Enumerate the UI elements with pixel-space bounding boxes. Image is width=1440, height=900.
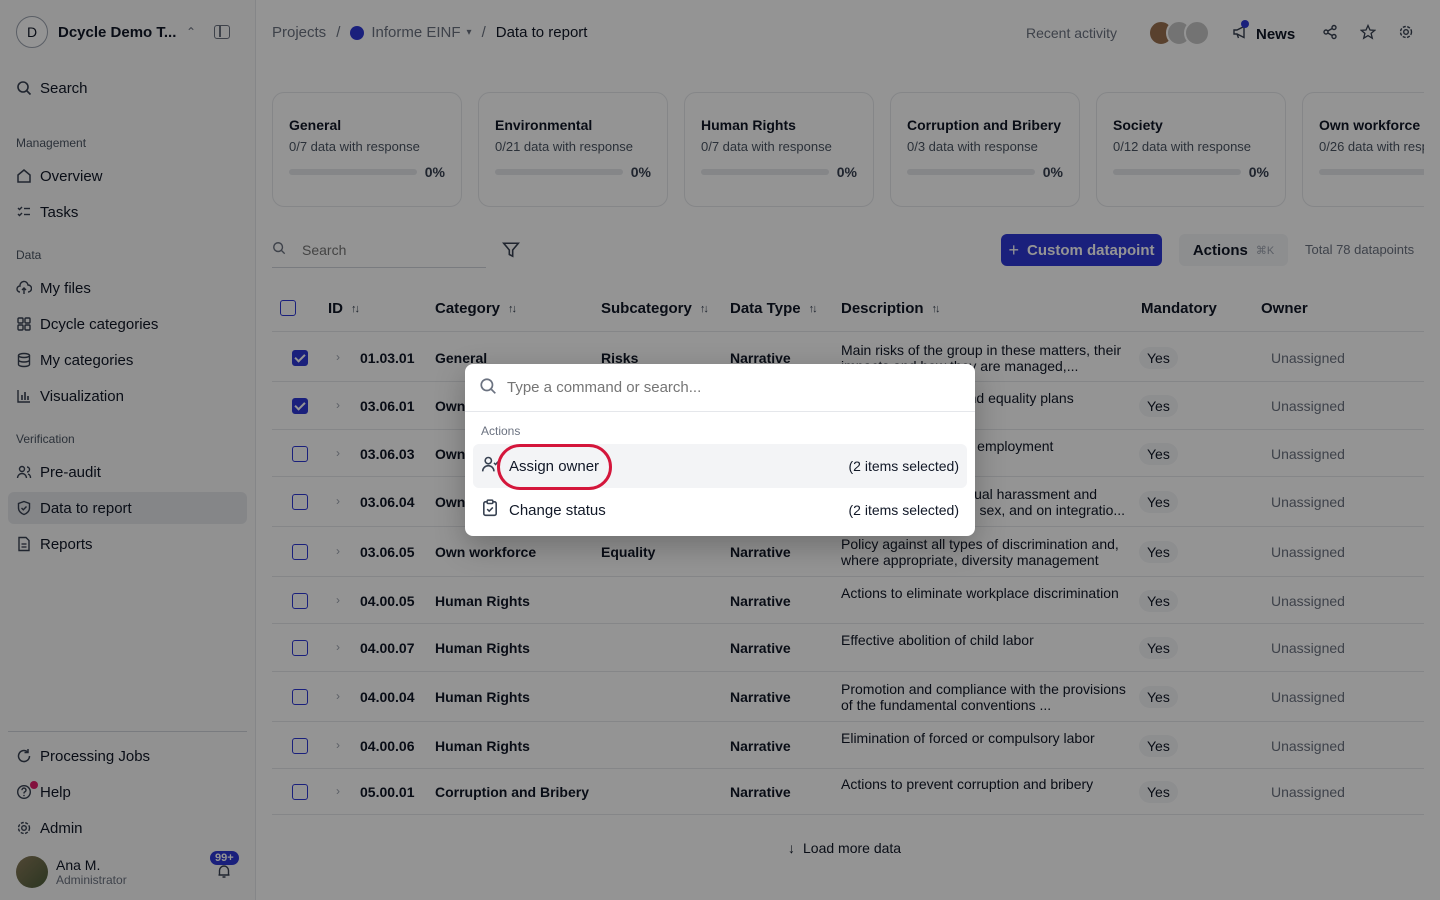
command-section-label: Actions	[481, 424, 521, 438]
command-count: (2 items selected)	[848, 458, 959, 474]
command-label: Change status	[509, 501, 606, 519]
command-palette: Actions Assign owner (2 items selected) …	[465, 364, 975, 536]
command-assign-owner[interactable]: Assign owner (2 items selected)	[473, 444, 967, 488]
command-input[interactable]	[507, 379, 947, 396]
command-count: (2 items selected)	[848, 502, 959, 518]
command-label: Assign owner	[509, 457, 600, 475]
command-search	[465, 364, 975, 412]
clipboard-check-icon	[481, 499, 499, 521]
search-icon	[479, 377, 497, 398]
command-change-status[interactable]: Change status (2 items selected)	[473, 488, 967, 532]
user-icon	[481, 455, 499, 477]
